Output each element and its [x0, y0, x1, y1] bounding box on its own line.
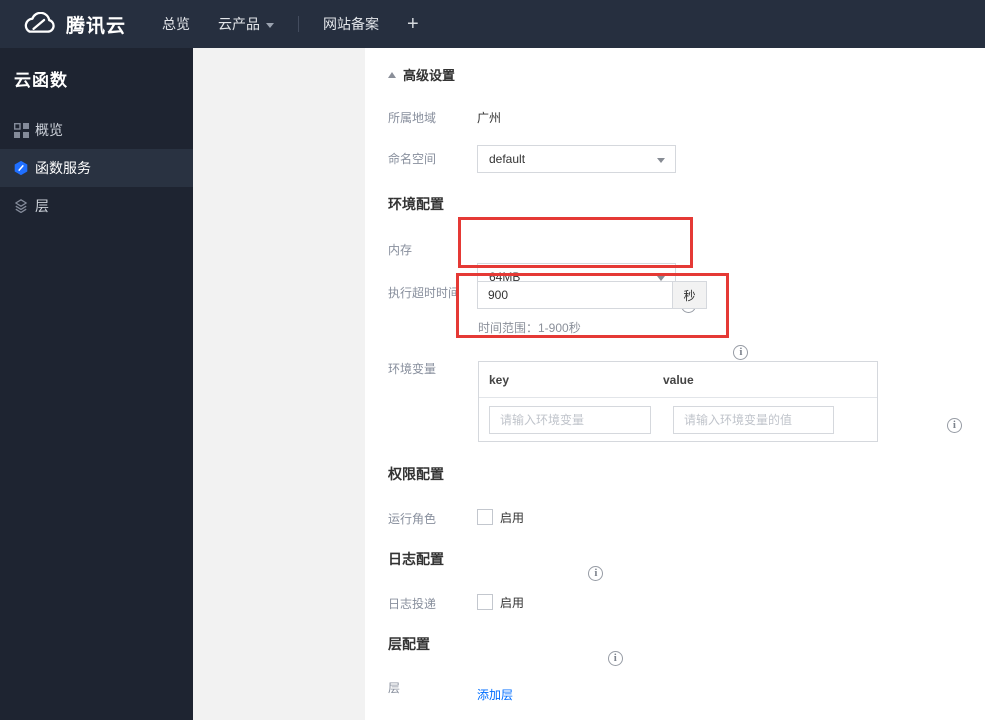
- namespace-selected-value: default: [489, 152, 526, 166]
- chevron-down-icon: [657, 158, 665, 163]
- sidebar-menu: 概览 函数服务 层: [0, 111, 193, 225]
- env-vars-value-header: value: [663, 372, 694, 387]
- sidebar-item-overview[interactable]: 概览: [0, 111, 193, 149]
- env-vars-input-row: [479, 398, 877, 434]
- brand-logo[interactable]: 腾讯云: [22, 11, 126, 38]
- run-role-checkbox-label: 启用: [500, 511, 525, 525]
- env-vars-table: key value: [478, 361, 878, 442]
- env-vars-info-icon[interactable]: [946, 418, 962, 433]
- timeout-input-group: 秒: [477, 281, 707, 309]
- log-section-title: 日志配置: [388, 551, 444, 567]
- nav-item-beian[interactable]: 网站备案: [323, 14, 379, 34]
- sidebar: 云函数 概览 函数服务 层: [0, 48, 193, 720]
- env-vars-label: 环境变量: [388, 362, 437, 376]
- sidebar-item-layers[interactable]: 层: [0, 187, 193, 225]
- grid-icon: [13, 122, 29, 138]
- env-vars-header-row: key value: [479, 362, 877, 398]
- log-delivery-checkbox[interactable]: [477, 594, 493, 610]
- chevron-down-icon: [266, 22, 275, 28]
- run-role-info-icon[interactable]: [588, 566, 604, 581]
- add-layer-link[interactable]: 添加层: [477, 688, 513, 702]
- layer-label: 层: [388, 681, 401, 695]
- memory-annotation-box: [458, 217, 693, 268]
- nav-item-products-label: 云产品: [218, 16, 261, 32]
- region-label: 所属地域: [388, 111, 437, 125]
- advanced-settings-toggle[interactable]: 高级设置: [388, 65, 455, 84]
- layer-section-title: 层配置: [388, 636, 430, 652]
- nav-item-overview[interactable]: 总览: [162, 14, 190, 34]
- timeout-input[interactable]: [477, 281, 673, 309]
- cloud-logo-icon: [22, 11, 56, 37]
- run-role-checkbox[interactable]: [477, 509, 493, 525]
- permission-section-title: 权限配置: [388, 466, 444, 482]
- sidebar-item-label: 函数服务: [35, 160, 91, 176]
- nav-item-products[interactable]: 云产品: [218, 14, 275, 34]
- log-delivery-checkbox-label: 启用: [500, 596, 525, 610]
- timeout-info-icon[interactable]: [733, 345, 749, 360]
- nav-divider: [298, 16, 300, 32]
- brand-name: 腾讯云: [66, 15, 127, 37]
- env-var-key-input[interactable]: [489, 406, 651, 434]
- namespace-label: 命名空间: [388, 152, 437, 166]
- run-role-label: 运行角色: [388, 512, 437, 526]
- advanced-settings-label: 高级设置: [403, 68, 456, 83]
- memory-label: 内存: [388, 243, 413, 257]
- hexagon-function-icon: [13, 160, 29, 176]
- log-delivery-label: 日志投递: [388, 597, 437, 611]
- env-var-value-input[interactable]: [673, 406, 834, 434]
- tencent-cloud-console: 腾讯云 总览 云产品 网站备案 + 云函数 概览 函数服务 层 高级设置 所属地…: [0, 0, 985, 720]
- namespace-select[interactable]: default: [477, 145, 676, 173]
- sidebar-item-label: 概览: [35, 122, 63, 138]
- env-config-section-title: 环境配置: [388, 196, 444, 212]
- timeout-range-hint: 时间范围：1-900秒: [478, 321, 581, 335]
- add-tab-button[interactable]: +: [407, 14, 419, 34]
- env-vars-key-header: key: [489, 372, 510, 387]
- timeout-unit-suffix: 秒: [673, 281, 707, 309]
- sidebar-item-label: 层: [35, 198, 49, 214]
- triangle-up-icon: [388, 71, 396, 78]
- layers-icon: [13, 198, 29, 214]
- sidebar-title: 云函数: [14, 71, 68, 90]
- top-navbar: 腾讯云 总览 云产品 网站备案 +: [0, 0, 985, 48]
- function-config-panel: 高级设置 所属地域 广州 命名空间 default 环境配置 内存 64MB 执…: [365, 48, 985, 720]
- timeout-label: 执行超时时间: [388, 286, 461, 300]
- log-delivery-info-icon[interactable]: [607, 651, 623, 666]
- sidebar-item-function-service[interactable]: 函数服务: [0, 149, 193, 187]
- region-value: 广州: [477, 111, 502, 125]
